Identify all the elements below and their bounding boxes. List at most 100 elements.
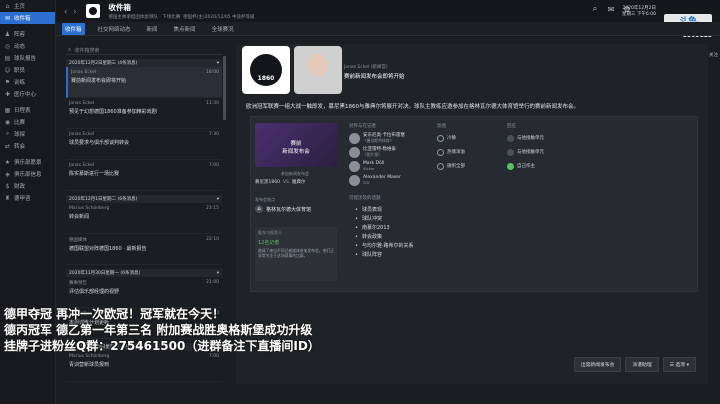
mood-item: 热情洋溢 — [437, 145, 465, 159]
message-subject: 评估俱乐部经理的视野 — [69, 289, 120, 295]
away-team[interactable]: 雅典尔 — [292, 179, 306, 185]
sidebar-item-1[interactable]: ✉ 收件箱 — [0, 12, 55, 24]
message-time: 7:00 — [208, 163, 219, 168]
sidebar-item-label: 德甲咨 — [14, 196, 31, 202]
topic-item: 球员表现 — [355, 205, 414, 214]
sidebar-item-label: 球队报告 — [14, 56, 37, 62]
league-icon: ♜ — [4, 194, 11, 202]
sidebar-item-13[interactable]: ◈ 俱乐部信息 — [0, 168, 55, 180]
sidebar-item-5[interactable]: ☺ 职员 — [0, 64, 55, 76]
journalist-row[interactable]: 比亚雷特·勒维泰 《图片报》 — [349, 145, 429, 159]
collapse-icon[interactable]: ▾ — [217, 271, 219, 276]
tab-0[interactable]: 收件箱 — [62, 22, 85, 35]
attendance-note: 股东与投资人 12名记者 邀请了来自不同记者媒体参加发布会，他们正非常关注于这场… — [255, 227, 337, 281]
mood-item: 旗帜全部 — [437, 159, 465, 173]
journalist-outlet: SID — [363, 180, 370, 185]
sidebar-item-7[interactable]: ✚ 医疗中心 — [0, 88, 55, 100]
calendar-icon: ▦ — [4, 106, 11, 114]
tab-4[interactable]: 全球赛况 — [209, 23, 237, 35]
sidebar-item-14[interactable]: $ 财政 — [0, 180, 55, 192]
chat-icon[interactable]: ✉ — [606, 4, 616, 14]
topic-item: 与均尔雅·路希尔的关系 — [355, 241, 414, 250]
message-from: Marius Schönberg — [69, 206, 110, 211]
mood-icon — [437, 162, 444, 170]
response-item[interactable]: 与他接触单元 — [507, 145, 544, 159]
sidebar-item-10[interactable]: ⌕ 球探 — [0, 128, 55, 140]
journalist-row[interactable]: Alexander Maser SID — [349, 173, 429, 187]
overlay-line-1: 德甲夺冠 再冲一次欧冠！冠军就在今天！ — [4, 307, 225, 321]
press-conference-card: 赛前 新闻发布会 参加新闻发布会 慕尼黑1860 VS 雅典尔 发布会地点 ⌂ … — [250, 116, 698, 292]
home-team[interactable]: 慕尼黑1860 — [255, 179, 280, 185]
venue[interactable]: ⌂ 格林瓦尔德大体育馆 — [255, 205, 311, 213]
tab-2[interactable]: 新闻 — [144, 23, 161, 35]
message-time: 22:10 — [206, 237, 219, 242]
sidebar-item-0[interactable]: ⌂ 主页 — [0, 0, 55, 12]
message-item[interactable]: 德国媒体 德国联盟对阵德国1860 · 最新报告 22:10 — [66, 234, 222, 265]
response-item[interactable]: 自己作主 — [507, 159, 544, 173]
message-from: 赛事预告 — [69, 281, 87, 286]
mood-list: 冷静 热情洋溢 旗帜全部 — [437, 131, 465, 173]
sidebar-item-label: 俱乐部愿景 — [14, 160, 42, 166]
sidebar-item-15[interactable]: ♜ 德甲咨 — [0, 192, 55, 204]
message-from: Jonas Eckel — [69, 163, 95, 168]
topic-item: 转会政策 — [355, 232, 414, 241]
date-group-header[interactable]: 2020年11月30日星期一 (6条消息) ▾ — [66, 269, 222, 277]
sidebar-item-6[interactable]: ⚑ 训练 — [0, 76, 55, 88]
message-item[interactable]: Marius Schönberg 转会新闻 23:15 — [66, 203, 222, 234]
club-crest-icon[interactable] — [86, 4, 101, 18]
date-group-header[interactable]: 2020年12月2日星期三 (4条消息) ▾ — [66, 59, 222, 67]
message-from: Jonas Eckel — [69, 132, 95, 137]
teams-label: 参加新闻发布会 — [281, 171, 309, 176]
message-subject: 转会新闻 — [69, 214, 90, 220]
tab-3[interactable]: 焦点新闻 — [171, 23, 199, 35]
message-time: 7:30 — [208, 132, 219, 137]
message-item[interactable]: Marius Schönberg 青训营新球员报到 7:00 — [66, 351, 222, 382]
mood-header: 氛围 — [437, 124, 446, 129]
sidebar-item-3[interactable]: ◎ 动态 — [0, 40, 55, 52]
sidebar-item-8[interactable]: ▦ 日程表 — [0, 104, 55, 116]
vs-label: VS — [282, 179, 289, 185]
search-placeholder: 收件箱搜索 — [74, 47, 100, 54]
back-arrow-icon[interactable]: ‹ — [64, 7, 67, 16]
journalist-outlet: Kicker — [363, 166, 375, 171]
search-icon[interactable]: ⌕ — [590, 4, 600, 14]
forward-arrow-icon[interactable]: › — [73, 7, 76, 16]
message-time: 7:00 — [208, 354, 219, 359]
sidebar-item-4[interactable]: ▤ 球队报告 — [0, 52, 55, 64]
response-item[interactable]: 与他接触单元 — [507, 131, 544, 145]
options-button[interactable]: ☰ 选项 ▾ — [662, 357, 696, 372]
message-item[interactable]: Jonas Eckel 赛前新闻发布会即将开始 18:00 — [66, 67, 222, 98]
sidebar-item-12[interactable]: ★ 俱乐部愿景 — [0, 156, 55, 168]
sidebar-item-2[interactable]: ♟ 阵容 — [0, 28, 55, 40]
event-image: 赛前 新闻发布会 — [255, 123, 337, 167]
sidebar-item-11[interactable]: ⇄ 转会 — [0, 140, 55, 152]
topic-item: 球队阵容 — [355, 250, 414, 259]
delegate-button[interactable]: 派遣助理 — [625, 357, 659, 372]
message-item[interactable]: Jonas Eckel 陈实慕斯进行一场比赛 7:00 — [66, 160, 222, 191]
message-subject: 预见于幻想德国1860准备参加精彩戏剧 — [69, 109, 157, 115]
attend-press-button[interactable]: 出席新闻发布会 — [573, 357, 622, 372]
sidebar-item-label: 日程表 — [14, 108, 31, 114]
collapse-icon[interactable]: ▾ — [217, 61, 219, 66]
page-title: 收件箱 — [108, 3, 131, 12]
message-list-scrollbar[interactable] — [223, 56, 226, 120]
message-item[interactable]: 赛事预告 评估俱乐部经理的视野 21:00 — [66, 277, 222, 308]
sidebar-item-9[interactable]: ◉ 比赛 — [0, 116, 55, 128]
search-field[interactable]: ⌕ 收件箱搜索 — [66, 46, 222, 55]
journalist-row[interactable]: Mark Döll Kicker — [349, 159, 429, 173]
collapse-icon[interactable]: ▾ — [217, 197, 219, 202]
journalist-row[interactable]: 安东尼奥·卡拉布雷塞 《曼彻斯特体育》 — [349, 131, 429, 145]
medical-icon: ✚ — [4, 90, 11, 98]
tab-1[interactable]: 社交网络动态 — [95, 23, 134, 35]
message-subject: 球员要求与俱乐部谈判转会 — [69, 140, 130, 146]
date-group-header[interactable]: 2020年12月1日星期二 (6条消息) ▾ — [66, 195, 222, 203]
match-icon: ◉ — [4, 118, 11, 126]
mood-item: 冷静 — [437, 131, 465, 145]
message-item[interactable]: Jonas Eckel 预见于幻想德国1860准备参加精彩戏剧 11:30 — [66, 98, 222, 129]
message-item[interactable]: Jonas Eckel 球员要求与俱乐部谈判转会 7:30 — [66, 129, 222, 160]
mood-icon — [437, 134, 444, 142]
sidebar-item-label: 阵容 — [14, 32, 26, 38]
journalist-avatar — [349, 146, 360, 158]
message-subject: 赛前新闻发布会即将开始 — [71, 78, 127, 84]
response-icon — [507, 148, 514, 156]
